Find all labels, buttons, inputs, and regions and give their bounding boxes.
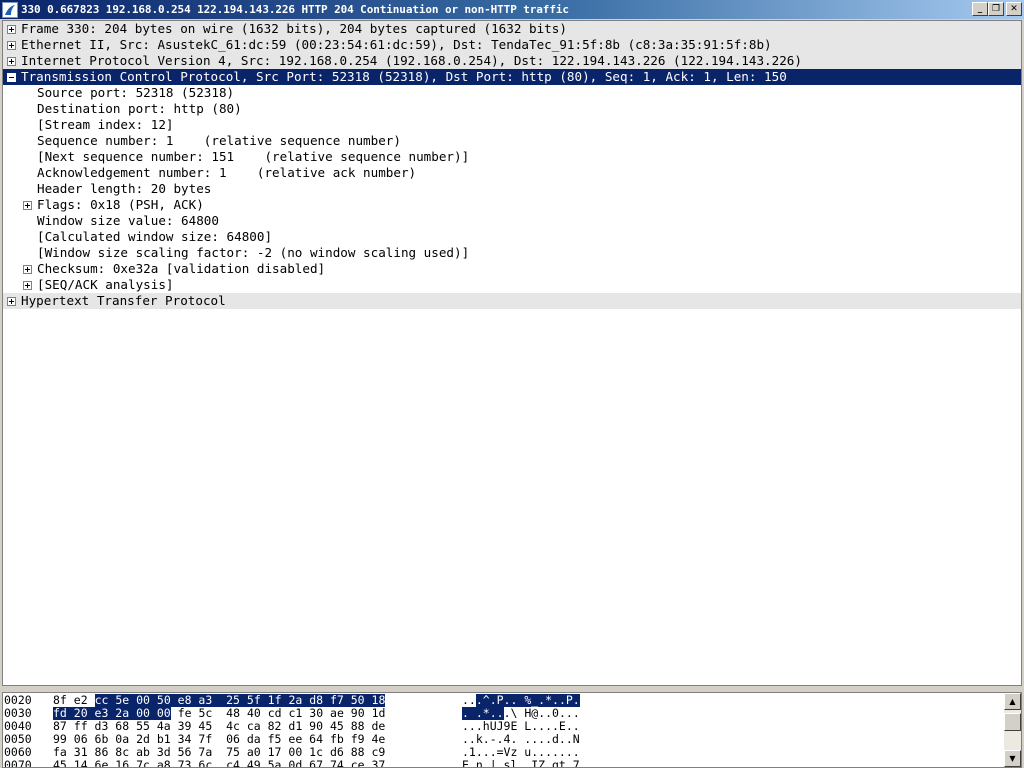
tree-item[interactable]: Sequence number: 1 (relative sequence nu… (3, 133, 1021, 149)
tree-item[interactable]: Header length: 20 bytes (3, 181, 1021, 197)
tree-item-label: [Window size scaling factor: -2 (no wind… (37, 245, 470, 260)
tree-item[interactable]: [Next sequence number: 151 (relative seq… (3, 149, 1021, 165)
maximize-button[interactable]: ❐ (988, 2, 1004, 16)
tree-item-label: Transmission Control Protocol, Src Port:… (21, 69, 787, 84)
tree-item[interactable]: Checksum: 0xe32a [validation disabled] (3, 261, 1021, 277)
arrow-up-icon: ▲ (1009, 697, 1016, 706)
window-title: 330 0.667823 192.168.0.254 122.194.143.2… (21, 3, 569, 16)
minimize-button[interactable]: _ (972, 2, 988, 16)
tree-item-label: Destination port: http (80) (37, 101, 242, 116)
tree-item-label: [Next sequence number: 151 (relative seq… (37, 149, 470, 164)
tree-item-label: Sequence number: 1 (relative sequence nu… (37, 133, 401, 148)
title-bar: 330 0.667823 192.168.0.254 122.194.143.2… (0, 0, 1024, 19)
tree-item-label: Frame 330: 204 bytes on wire (1632 bits)… (21, 21, 567, 36)
tree-item[interactable]: Window size value: 64800 (3, 213, 1021, 229)
tree-item-label: [Calculated window size: 64800] (37, 229, 273, 244)
collapse-icon[interactable] (7, 73, 16, 82)
tree-item[interactable]: Internet Protocol Version 4, Src: 192.16… (3, 53, 1021, 69)
tree-item[interactable]: Hypertext Transfer Protocol (3, 293, 1021, 309)
tree-item-label: Hypertext Transfer Protocol (21, 293, 226, 308)
packet-details-pane[interactable]: Frame 330: 204 bytes on wire (1632 bits)… (2, 20, 1022, 686)
tree-item[interactable]: Transmission Control Protocol, Src Port:… (3, 69, 1021, 85)
tree-item[interactable]: [Stream index: 12] (3, 117, 1021, 133)
expand-icon[interactable] (23, 265, 32, 274)
tree-item-label: Acknowledgement number: 1 (relative ack … (37, 165, 417, 180)
hex-offset: 0070 (4, 758, 32, 768)
tree-item-label: Window size value: 64800 (37, 213, 219, 228)
expand-icon[interactable] (7, 57, 16, 66)
shark-fin-icon (2, 1, 18, 18)
tree-item[interactable]: Source port: 52318 (52318) (3, 85, 1021, 101)
tree-item[interactable]: [SEQ/ACK analysis] (3, 277, 1021, 293)
restore-icon: ❐ (991, 3, 1001, 14)
scroll-down-button[interactable]: ▼ (1004, 750, 1021, 767)
expand-icon[interactable] (7, 41, 16, 50)
expand-icon[interactable] (7, 297, 16, 306)
expand-icon[interactable] (7, 25, 16, 34)
minimize-icon: _ (977, 3, 983, 14)
tree-item[interactable]: Frame 330: 204 bytes on wire (1632 bits)… (3, 21, 1021, 37)
tree-item-label: Header length: 20 bytes (37, 181, 212, 196)
tree-item-label: Flags: 0x18 (PSH, ACK) (37, 197, 204, 212)
close-button[interactable]: ✕ (1006, 2, 1022, 16)
tree-item[interactable]: Acknowledgement number: 1 (relative ack … (3, 165, 1021, 181)
hex-bytes: 45 14 6e 16 7c a8 73 6c c4 49 5a 0d 67 7… (53, 758, 386, 768)
arrow-down-icon: ▼ (1009, 754, 1016, 763)
packet-bytes-pane[interactable]: ▲ ▼ 0020 8f e2 cc 5e 00 50 e8 a3 25 5f 1f… (2, 692, 1022, 768)
tree-item-label: Internet Protocol Version 4, Src: 192.16… (21, 53, 802, 68)
vertical-scrollbar[interactable]: ▲ ▼ (1004, 693, 1021, 767)
tree-item[interactable]: [Window size scaling factor: -2 (no wind… (3, 245, 1021, 261)
expand-icon[interactable] (23, 201, 32, 210)
tree-item-label: Ethernet II, Src: AsustekC_61:dc:59 (00:… (21, 37, 772, 52)
tree-item-label: Checksum: 0xe32a [validation disabled] (37, 261, 326, 276)
scroll-thumb[interactable] (1004, 713, 1021, 731)
tree-item-label: [SEQ/ACK analysis] (37, 277, 174, 292)
tree-item-label: [Stream index: 12] (37, 117, 174, 132)
tree-item[interactable]: Flags: 0x18 (PSH, ACK) (3, 197, 1021, 213)
expand-icon[interactable] (23, 281, 32, 290)
tree-item[interactable]: Ethernet II, Src: AsustekC_61:dc:59 (00:… (3, 37, 1021, 53)
hex-ascii: E.n.|.sl .IZ.gt.7 (462, 758, 580, 768)
close-icon: ✕ (1010, 3, 1018, 14)
scroll-up-button[interactable]: ▲ (1004, 693, 1021, 710)
tree-item[interactable]: Destination port: http (80) (3, 101, 1021, 117)
tree-item[interactable]: [Calculated window size: 64800] (3, 229, 1021, 245)
tree-item-label: Source port: 52318 (52318) (37, 85, 235, 100)
